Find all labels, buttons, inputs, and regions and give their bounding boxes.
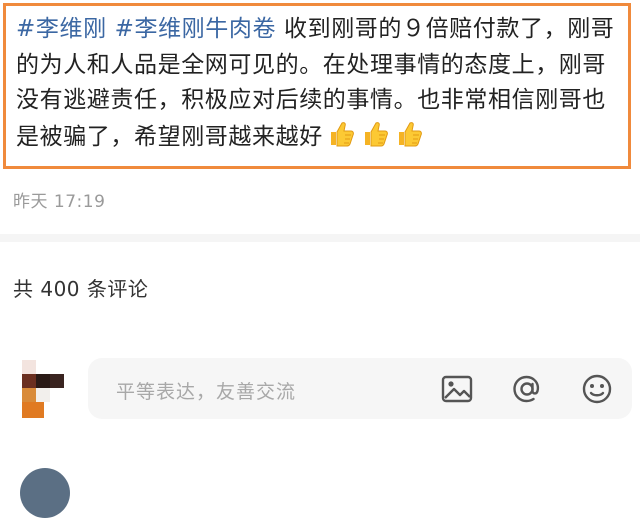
thumbs-up-icon (398, 121, 422, 146)
emoji-icon[interactable] (580, 372, 614, 406)
highlighted-post: #李维刚 #李维刚牛肉卷 收到刚哥的９倍赔付款了，刚哥的为人和人品是全网可见的。… (3, 3, 631, 169)
post-text: #李维刚 #李维刚牛肉卷 收到刚哥的９倍赔付款了，刚哥的为人和人品是全网可见的。… (16, 12, 628, 155)
section-divider (0, 234, 640, 242)
comment-count: 共 400 条评论 (13, 277, 149, 301)
hashtag-link[interactable]: #李维刚牛肉卷 (115, 16, 276, 42)
thumbs-up-icon (364, 121, 388, 146)
emoji-group (327, 119, 429, 149)
thumbs-up-icon (330, 121, 354, 146)
avatar[interactable] (22, 360, 66, 420)
post-timestamp: 昨天 17:19 (13, 192, 106, 212)
comment-input[interactable]: 平等表达，友善交流 (88, 358, 632, 419)
comment-input-placeholder: 平等表达，友善交流 (116, 381, 297, 403)
image-icon[interactable] (440, 372, 474, 406)
at-icon[interactable] (510, 372, 544, 406)
avatar[interactable] (20, 468, 70, 518)
hashtag-link[interactable]: #李维刚 (16, 16, 107, 42)
